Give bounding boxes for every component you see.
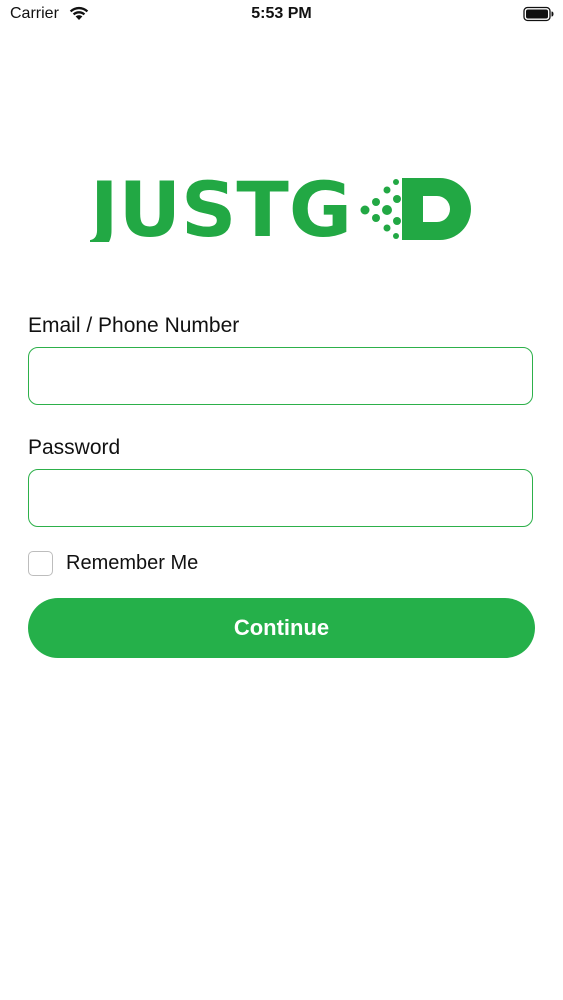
email-field[interactable] [28, 347, 533, 405]
continue-button[interactable]: Continue [28, 598, 535, 658]
logo-dot [383, 186, 391, 194]
email-label: Email / Phone Number [28, 314, 240, 337]
logo-dot [393, 217, 401, 225]
clock: 5:53 PM [251, 5, 312, 22]
remember-me-row: Remember Me [28, 549, 198, 577]
remember-me-checkbox[interactable] [28, 550, 53, 576]
remember-me-label[interactable]: Remember Me [66, 552, 198, 575]
logo-dot [393, 195, 401, 203]
status-bar: Carrier 5:53 PM [0, 0, 563, 30]
logo-dot [393, 233, 399, 239]
logo-o [402, 178, 471, 240]
justgo-logo: JUSTG [90, 172, 471, 242]
battery-icon [523, 6, 554, 22]
logo-wordmark: JUSTG [90, 172, 352, 242]
logo-dot [372, 198, 380, 206]
password-label: Password [28, 436, 121, 459]
password-field[interactable] [28, 469, 533, 527]
logo-dot [383, 224, 391, 232]
logo-dot [360, 205, 370, 215]
logo-dot [372, 214, 380, 222]
logo-dot [382, 205, 392, 215]
logo-dot [393, 179, 399, 185]
